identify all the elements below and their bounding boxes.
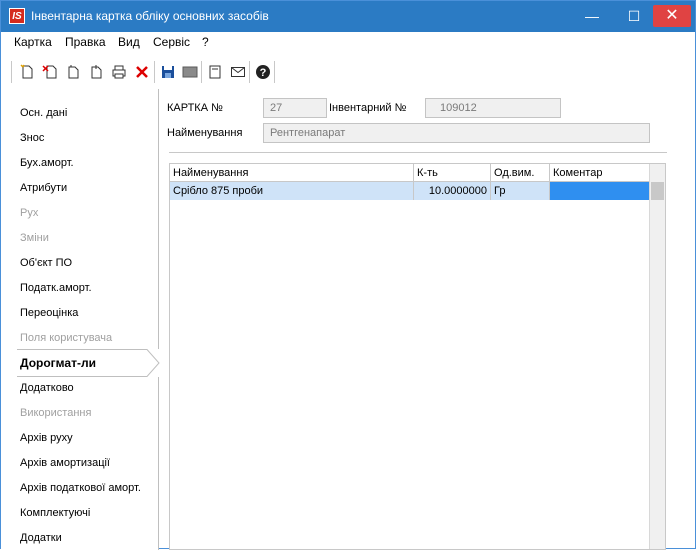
cell-unit[interactable]: Гр: [491, 182, 550, 200]
toolbar: ?: [1, 57, 695, 87]
inventory-number-field: 109012: [425, 98, 561, 118]
menu-kartka[interactable]: Картка: [14, 35, 52, 49]
mail-icon[interactable]: [229, 63, 247, 81]
cell-quantity[interactable]: 10.0000000: [414, 182, 491, 200]
maximize-button[interactable]: ☐: [621, 5, 647, 27]
sidebar-item-pereotsinka[interactable]: Переоцінка: [20, 307, 78, 319]
title-bar: IS Інвентарна картка обліку основних зас…: [1, 1, 695, 32]
materials-grid: Найменування К-ть Од.вим. Коментар Срібл…: [169, 163, 666, 550]
toolbar-separator: [11, 61, 12, 83]
new-doc-icon[interactable]: [18, 63, 36, 81]
menu-vyd[interactable]: Вид: [118, 35, 140, 49]
sidebar-item-zminy: Зміни: [20, 232, 49, 244]
sidebar-item-arkhiv-rukhu[interactable]: Архів руху: [20, 432, 73, 444]
sidebar: Осн. дані Знос Бух.аморт. Атрибути Рух З…: [1, 89, 160, 550]
sidebar-item-arkhiv-podatkovoi-amort[interactable]: Архів податкової аморт.: [20, 482, 141, 494]
menu-bar: Картка Правка Вид Сервіс ?: [1, 32, 695, 52]
window-title: Інвентарна картка обліку основних засобі…: [31, 9, 269, 23]
cell-name[interactable]: Срібло 875 проби: [170, 182, 414, 200]
card-number-label: КАРТКА №: [167, 102, 223, 114]
sidebar-item-vykorystannia: Використання: [20, 407, 92, 419]
close-button[interactable]: ✕: [653, 5, 691, 27]
sidebar-item-obiekt-po[interactable]: Об'єкт ПО: [20, 257, 72, 269]
column-header-comment[interactable]: Коментар: [550, 164, 650, 182]
sidebar-item-osn-dani[interactable]: Осн. дані: [20, 107, 67, 119]
toolbar-separator: [154, 61, 155, 83]
menu-help[interactable]: ?: [202, 35, 209, 49]
delete-doc-icon[interactable]: [41, 63, 59, 81]
menu-servis[interactable]: Сервіс: [153, 35, 190, 49]
print-icon[interactable]: [110, 63, 128, 81]
grid-header: Найменування К-ть Од.вим. Коментар: [170, 164, 650, 182]
name-field: Рентгенапарат: [263, 123, 650, 143]
save-icon[interactable]: [159, 63, 177, 81]
toolbar-separator: [274, 61, 275, 83]
svg-text:?: ?: [260, 67, 267, 79]
sidebar-item-rukh: Рух: [20, 207, 39, 219]
inventory-number-label: Інвентарний №: [329, 102, 407, 114]
delete-icon[interactable]: [133, 63, 151, 81]
table-row[interactable]: Срібло 875 проби 10.0000000 Гр: [170, 182, 650, 200]
sidebar-item-dorogmat-ly[interactable]: Дорогмат-ли: [20, 356, 96, 370]
sidebar-item-buh-amort[interactable]: Бух.аморт.: [20, 157, 74, 169]
sidebar-item-dodatkovo[interactable]: Додатково: [20, 382, 74, 394]
toolbar-separator: [201, 61, 202, 83]
sidebar-item-znos[interactable]: Знос: [20, 132, 44, 144]
screen-icon[interactable]: [181, 63, 199, 81]
divider: [169, 152, 667, 153]
minimize-button[interactable]: —: [579, 5, 605, 27]
sidebar-item-dodatky[interactable]: Додатки: [20, 532, 62, 544]
cell-comment[interactable]: [550, 182, 650, 200]
column-header-name[interactable]: Найменування: [170, 164, 414, 182]
card-number-field: 27: [263, 98, 327, 118]
sidebar-item-arkhiv-amortyzatsii[interactable]: Архів амортизації: [20, 457, 110, 469]
menu-pravka[interactable]: Правка: [65, 35, 106, 49]
sidebar-item-polia-korystuvacha: Поля користувача: [20, 332, 113, 344]
paste-doc-icon[interactable]: [87, 63, 105, 81]
copy-doc-icon[interactable]: [64, 63, 82, 81]
grid-scrollbar[interactable]: [649, 164, 665, 549]
column-header-unit[interactable]: Од.вим.: [491, 164, 550, 182]
column-header-quantity[interactable]: К-ть: [414, 164, 491, 182]
main-window: IS Інвентарна картка обліку основних зас…: [0, 0, 696, 550]
name-label: Найменування: [167, 127, 243, 139]
sidebar-item-podatk-amort[interactable]: Податк.аморт.: [20, 282, 92, 294]
card-icon[interactable]: [206, 63, 224, 81]
scroll-thumb[interactable]: [651, 182, 664, 200]
sidebar-item-komplektuiuchi[interactable]: Комплектуючі: [20, 507, 90, 519]
help-icon[interactable]: ?: [254, 63, 272, 81]
app-logo-icon: IS: [9, 8, 25, 24]
sidebar-item-atrybuty[interactable]: Атрибути: [20, 182, 67, 194]
toolbar-separator: [249, 61, 250, 83]
